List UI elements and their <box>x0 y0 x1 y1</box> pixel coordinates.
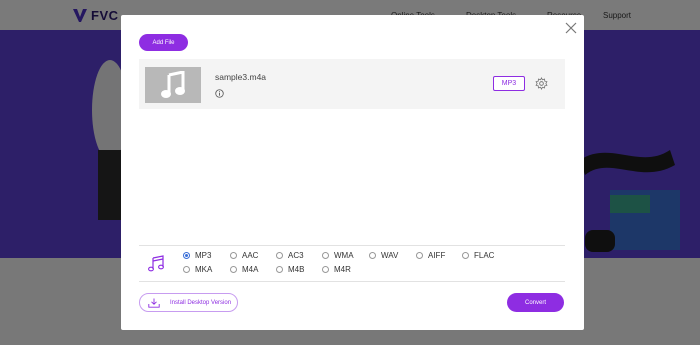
radio-mka[interactable] <box>183 266 190 273</box>
close-icon[interactable] <box>565 22 577 34</box>
convert-button[interactable]: Convert <box>507 293 564 312</box>
format-option-flac[interactable]: FLAC <box>462 251 494 260</box>
format-option-aiff[interactable]: AIFF <box>416 251 445 260</box>
audio-file-icon <box>161 71 185 98</box>
format-option-m4r[interactable]: M4R <box>322 265 351 274</box>
output-format-badge[interactable]: MP3 <box>493 76 525 91</box>
format-label: MP3 <box>195 251 212 260</box>
format-label: AAC <box>242 251 259 260</box>
format-label: AC3 <box>288 251 304 260</box>
format-option-m4a[interactable]: M4A <box>230 265 258 274</box>
format-label: WMA <box>334 251 354 260</box>
install-desktop-label: Install Desktop Version <box>170 299 232 306</box>
format-option-ac3[interactable]: AC3 <box>276 251 304 260</box>
radio-aac[interactable] <box>230 252 237 259</box>
format-option-m4b[interactable]: M4B <box>276 265 304 274</box>
radio-m4a[interactable] <box>230 266 237 273</box>
format-option-mka[interactable]: MKA <box>183 265 212 274</box>
radio-m4b[interactable] <box>276 266 283 273</box>
file-name: sample3.m4a <box>215 72 267 82</box>
format-label: M4R <box>334 265 351 274</box>
format-label: FLAC <box>474 251 495 260</box>
format-label: AIFF <box>428 251 446 260</box>
format-option-wav[interactable]: WAV <box>369 251 398 260</box>
format-option-mp3[interactable]: MP3 <box>183 251 211 260</box>
file-list-item: sample3.m4a MP3 <box>139 59 565 109</box>
radio-mp3[interactable] <box>183 252 190 259</box>
radio-aiff[interactable] <box>416 252 423 259</box>
radio-m4r[interactable] <box>322 266 329 273</box>
format-label: M4B <box>288 265 305 274</box>
file-thumbnail <box>145 67 201 103</box>
info-icon[interactable] <box>215 89 224 98</box>
format-option-wma[interactable]: WMA <box>322 251 354 260</box>
radio-wma[interactable] <box>322 252 329 259</box>
download-icon <box>148 298 160 308</box>
converter-dialog: Add File sample3.m4a MP3 MP3 AAC AC3 WMA… <box>121 15 584 330</box>
install-desktop-button[interactable]: Install Desktop Version <box>139 293 238 312</box>
radio-wav[interactable] <box>369 252 376 259</box>
radio-flac[interactable] <box>462 252 469 259</box>
format-option-aac[interactable]: AAC <box>230 251 258 260</box>
format-section-divider-top <box>139 245 565 246</box>
radio-ac3[interactable] <box>276 252 283 259</box>
format-section-divider-bottom <box>139 281 565 282</box>
music-note-icon <box>148 255 164 272</box>
format-label: MKA <box>195 265 213 274</box>
add-file-button[interactable]: Add File <box>139 34 188 51</box>
format-label: M4A <box>242 265 259 274</box>
format-label: WAV <box>381 251 399 260</box>
gear-icon[interactable] <box>535 77 548 90</box>
